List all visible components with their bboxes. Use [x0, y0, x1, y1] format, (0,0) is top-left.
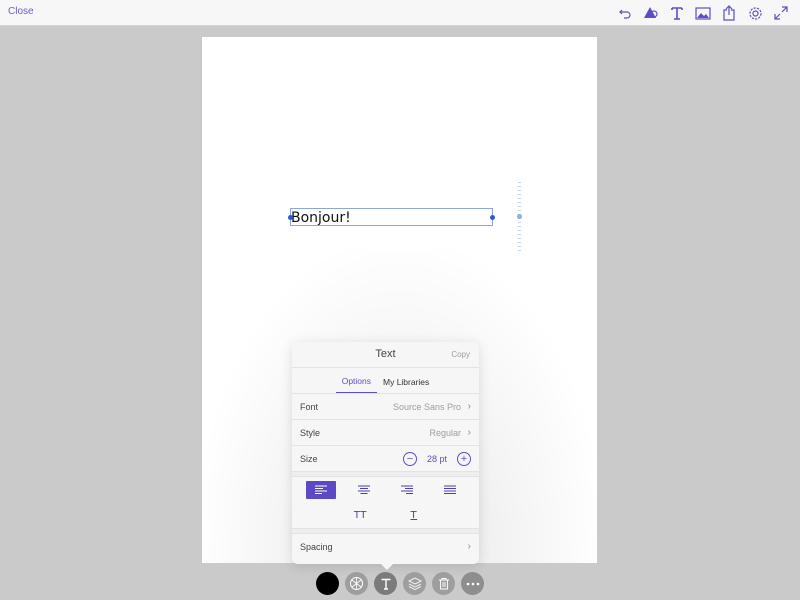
align-left-icon: [315, 485, 328, 494]
style-value: Regular: [429, 428, 461, 438]
more-icon: [466, 582, 479, 585]
style-label: Style: [300, 428, 321, 438]
align-right-icon: [400, 485, 413, 494]
copy-button[interactable]: Copy: [451, 350, 470, 359]
font-value: Source Sans Pro: [392, 402, 461, 412]
resize-handle-right[interactable]: [490, 215, 495, 220]
layers-icon: [407, 577, 422, 590]
font-row[interactable]: Font Source Sans Pro ›: [292, 394, 479, 420]
align-justify-icon: [443, 485, 456, 494]
decrease-size-button[interactable]: −: [403, 452, 417, 466]
align-center-icon: [358, 485, 371, 494]
font-label: Font: [300, 402, 319, 412]
undo-icon[interactable]: [612, 3, 638, 23]
align-left-button[interactable]: [306, 480, 337, 499]
style-row[interactable]: Style Regular ›: [292, 420, 479, 446]
share-icon[interactable]: [716, 3, 742, 23]
toolbar: [612, 3, 794, 23]
align-center-button[interactable]: [349, 481, 379, 499]
text-content[interactable]: Bonjour!: [291, 210, 351, 226]
text-icon: [381, 578, 390, 590]
appearance-icon: [350, 577, 363, 590]
alignment-row: [292, 477, 479, 502]
panel-tabs: Options My Libraries: [292, 368, 479, 394]
appearance-button[interactable]: [345, 572, 368, 595]
more-button[interactable]: [461, 572, 484, 595]
size-label: Size: [300, 454, 318, 464]
bottom-toolbar: [316, 572, 484, 595]
panel-pointer: [380, 563, 394, 570]
settings-icon[interactable]: [742, 3, 768, 23]
align-justify-button[interactable]: [435, 481, 465, 499]
close-button[interactable]: Close: [8, 6, 34, 17]
tab-options[interactable]: Options: [335, 376, 377, 393]
resize-handle-left[interactable]: [288, 215, 293, 220]
increase-size-button[interactable]: +: [457, 452, 471, 466]
size-row: Size − 28 pt +: [292, 446, 479, 472]
layers-button[interactable]: [403, 572, 426, 595]
chevron-right-icon: ›: [467, 401, 471, 412]
ruler-knob[interactable]: [517, 214, 522, 219]
shape-icon[interactable]: [638, 3, 664, 23]
fullscreen-icon[interactable]: [768, 3, 794, 23]
image-icon[interactable]: [690, 3, 716, 23]
spacing-label: Spacing: [300, 542, 333, 552]
color-swatch[interactable]: [316, 572, 339, 595]
tab-my-libraries[interactable]: My Libraries: [377, 377, 435, 393]
chevron-right-icon: ›: [467, 541, 471, 552]
all-caps-button[interactable]: TT: [354, 510, 367, 521]
size-stepper: − 28 pt +: [403, 451, 471, 467]
delete-button[interactable]: [432, 572, 455, 595]
trash-icon: [438, 578, 449, 590]
text-tool-button[interactable]: [374, 572, 397, 595]
size-value[interactable]: 28 pt: [417, 454, 457, 464]
underline-button[interactable]: T: [411, 510, 418, 521]
panel-header: Text Copy: [292, 342, 479, 368]
text-box[interactable]: Bonjour!: [288, 208, 495, 226]
text-case-row: TT T: [292, 502, 479, 529]
align-right-button[interactable]: [392, 481, 422, 499]
text-options-panel: Text Copy Options My Libraries Font Sour…: [292, 342, 479, 564]
chevron-right-icon: ›: [467, 427, 471, 438]
text-icon[interactable]: [664, 3, 690, 23]
spacing-row[interactable]: Spacing ›: [292, 534, 479, 560]
top-bar: Close: [0, 0, 800, 26]
